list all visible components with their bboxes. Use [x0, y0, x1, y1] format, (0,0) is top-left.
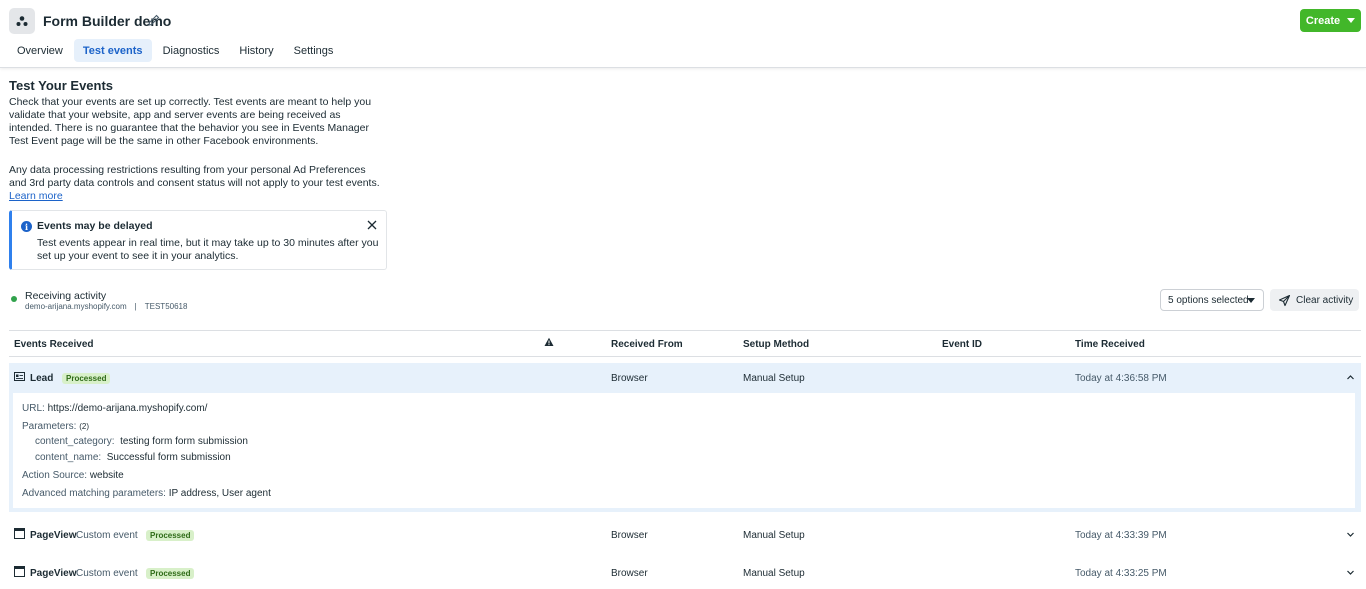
app-icon	[9, 8, 35, 34]
browser-window-icon	[14, 528, 25, 539]
col-event-id: Event ID	[942, 339, 983, 350]
privacy-paragraph: Any data processing restrictions resulti…	[9, 164, 380, 189]
form-icon	[14, 372, 25, 381]
clear-activity-button[interactable]: Clear activity	[1270, 289, 1359, 311]
setup-method: Manual Setup	[743, 568, 805, 579]
setup-method: Manual Setup	[743, 373, 805, 384]
test-code: TEST50618	[144, 302, 188, 311]
detail-action-source: Action Source: website	[22, 470, 124, 481]
status-badge: Processed	[62, 373, 111, 384]
delay-notice: i Events may be delayed Test events appe…	[9, 210, 387, 270]
events-table-header: Events Received Received From Setup Meth…	[9, 330, 1361, 357]
param-key: content_category:	[35, 436, 115, 447]
event-name: PageView	[30, 568, 77, 579]
col-setup-method: Setup Method	[743, 339, 810, 350]
activity-status: Receiving activity	[25, 290, 107, 302]
notice-body: Test events appear in real time, but it …	[37, 237, 379, 262]
event-detail-panel: URL: https://demo-arijana.myshopify.com/…	[13, 393, 1355, 508]
param-value: Successful form submission	[106, 452, 231, 463]
pencil-icon[interactable]	[147, 13, 161, 27]
param-content-name: content_name: Successful form submission	[35, 452, 231, 463]
detail-advanced-matching: Advanced matching parameters: IP address…	[22, 488, 271, 499]
activity-domain: demo-arijana.myshopify.com	[25, 302, 127, 311]
time-received: Today at 4:33:25 PM	[1075, 568, 1167, 579]
close-icon[interactable]	[366, 219, 378, 231]
notice-title: Events may be delayed	[37, 220, 153, 232]
parameters-label: Parameters:	[22, 421, 77, 432]
advanced-matching-label: Advanced matching parameters:	[22, 488, 166, 499]
status-badge: Processed	[146, 568, 195, 579]
param-content-category: content_category: testing form form subm…	[35, 436, 248, 447]
col-time-received: Time Received	[1075, 339, 1145, 350]
clear-activity-label: Clear activity	[1296, 294, 1354, 306]
event-name: Lead	[30, 373, 54, 384]
chevron-up-icon[interactable]	[1346, 373, 1355, 382]
param-value: testing form form submission	[120, 436, 248, 447]
url-label: URL:	[22, 403, 45, 414]
received-from: Browser	[611, 568, 648, 579]
chevron-down-icon	[1347, 18, 1356, 23]
event-filter-select[interactable]: 5 options selected	[1160, 289, 1264, 311]
param-key: content_name:	[35, 452, 102, 463]
tab-settings[interactable]: Settings	[285, 39, 343, 62]
detail-parameters: Parameters: (2)	[22, 421, 89, 432]
action-source-value: website	[89, 470, 124, 481]
event-name: PageView	[30, 530, 77, 541]
warning-icon	[544, 337, 554, 346]
status-dot	[11, 296, 17, 302]
advanced-matching-value: IP address, User agent	[168, 488, 271, 499]
info-icon: i	[21, 221, 32, 232]
url-value: https://demo-arijana.myshopify.com/	[47, 403, 208, 414]
time-received: Today at 4:33:39 PM	[1075, 530, 1167, 541]
create-button-label: Create	[1305, 14, 1341, 27]
page-header: Form Builder demo Overview Test events D…	[0, 0, 1366, 68]
chevron-down-icon[interactable]	[1346, 530, 1355, 539]
activity-separator: |	[134, 302, 137, 311]
tab-overview[interactable]: Overview	[8, 39, 72, 62]
received-from: Browser	[611, 530, 648, 541]
tab-bar: Overview Test events Diagnostics History…	[8, 39, 342, 62]
chevron-down-icon[interactable]	[1346, 568, 1355, 577]
tab-history[interactable]: History	[230, 39, 282, 62]
col-received-from: Received From	[611, 339, 683, 350]
received-from: Browser	[611, 373, 648, 384]
activity-source: demo-arijana.myshopify.com | TEST50618	[25, 302, 187, 311]
status-badge: Processed	[146, 530, 195, 541]
table-row[interactable]: PageView Custom event Processed Browser …	[9, 520, 1361, 550]
col-events-received: Events Received	[14, 339, 94, 350]
browser-window-icon	[14, 566, 25, 577]
detail-url: URL: https://demo-arijana.myshopify.com/	[22, 403, 207, 414]
custom-event-label: Custom event	[76, 530, 138, 541]
action-source-label: Action Source:	[22, 470, 88, 481]
section-title: Test Your Events	[9, 78, 114, 93]
tab-test-events[interactable]: Test events	[73, 39, 152, 62]
chevron-down-icon	[1247, 298, 1255, 303]
create-button[interactable]: Create	[1300, 9, 1361, 32]
table-row[interactable]: Lead Processed Browser Manual Setup Toda…	[9, 363, 1361, 393]
setup-method: Manual Setup	[743, 530, 805, 541]
event-filter-value: 5 options selected	[1168, 294, 1249, 306]
tab-diagnostics[interactable]: Diagnostics	[154, 39, 229, 62]
broom-icon	[1278, 294, 1291, 306]
parameters-count: (2)	[79, 422, 90, 431]
learn-more-link[interactable]: Learn more	[9, 190, 63, 202]
time-received: Today at 4:36:58 PM	[1075, 373, 1167, 384]
custom-event-label: Custom event	[76, 568, 138, 579]
table-row[interactable]: PageView Custom event Processed Browser …	[9, 558, 1361, 588]
intro-paragraph: Check that your events are set up correc…	[9, 96, 372, 147]
